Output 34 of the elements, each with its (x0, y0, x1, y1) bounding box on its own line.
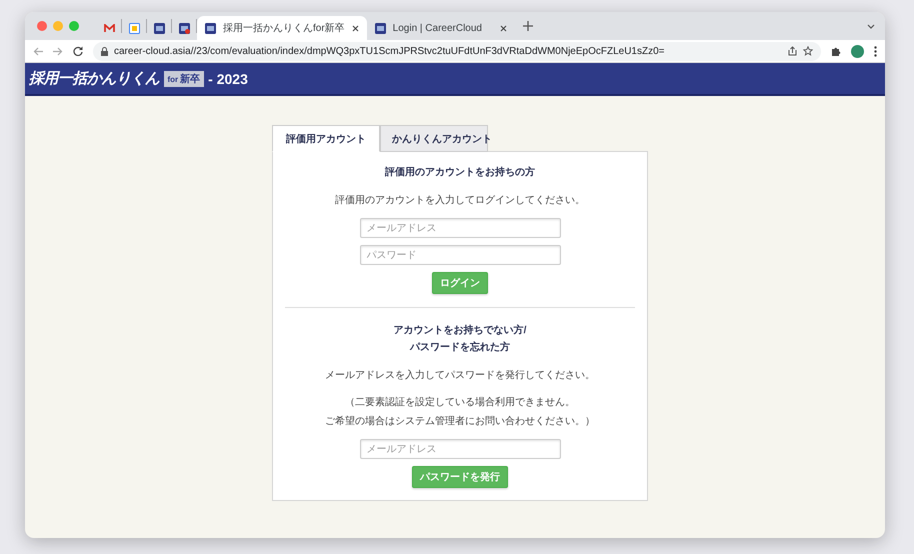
account-tab[interactable]: かんりくんアカウント (380, 125, 488, 152)
logo-badge: for 新卒 (164, 70, 204, 86)
instruction-text: 評価用のアカウントを入力してログインしてください。 (335, 194, 585, 208)
address-bar[interactable]: career-cloud.asia//23/com/evaluation/index/dmpWQ3pxTU1ScmJPRStvc2tuUFdtUnF3dVRtaDdWM0NjeEpOcFZLeU1sZz0= (93, 42, 821, 60)
account-tab[interactable]: 評価用アカウント (272, 125, 380, 152)
lock-icon (101, 46, 108, 56)
close-icon[interactable] (500, 24, 507, 32)
section-heading: アカウントをお持ちでない方/ パスワードを忘れた方 (394, 323, 526, 355)
new-tab-button[interactable] (522, 21, 533, 31)
logo-text: 採用一括かんりくん (29, 69, 160, 88)
menu-icon[interactable] (874, 46, 877, 56)
share-icon[interactable] (788, 46, 797, 56)
app-icon (205, 22, 216, 34)
mail-icon[interactable] (104, 24, 114, 32)
password-field[interactable]: パスワード (360, 245, 560, 265)
app-icon[interactable] (178, 22, 190, 34)
section-heading: 評価用のアカウントをお持ちの方 (385, 165, 535, 180)
profile-avatar[interactable] (851, 44, 864, 58)
instruction-text: メールアドレスを入力してパスワードを発行してください。 (325, 368, 595, 383)
star-icon[interactable] (803, 46, 813, 56)
url-text: career-cloud.asia//23/com/evaluation/index/dmpWQ3pxTU1ScmJPRStvc2tuUFdtUnF3dVRtaDdWM0NjeEpOcFZLeU1sZz0= (114, 46, 666, 56)
app-icon[interactable] (154, 22, 164, 34)
email-field[interactable]: メールアドレス (360, 439, 560, 459)
year-text: - 2023 (208, 70, 248, 86)
app-icon (374, 22, 386, 34)
close-icon[interactable] (352, 24, 359, 32)
note-text: （二要素認証を設定している場合利用できません。 ご希望の場合はシステム管理者にお問い合わせください。） (325, 396, 595, 429)
browser-tab[interactable]: Login | CareerCloud (366, 16, 515, 40)
browser-tab[interactable]: 採用一括かんりくんfor新卒 (197, 16, 367, 40)
reload-icon[interactable] (73, 46, 83, 56)
email-field[interactable]: メールアドレス (360, 218, 560, 238)
calendar-icon[interactable] (128, 22, 140, 34)
puzzle-icon[interactable] (831, 46, 841, 56)
chevron-icon[interactable] (867, 24, 875, 28)
